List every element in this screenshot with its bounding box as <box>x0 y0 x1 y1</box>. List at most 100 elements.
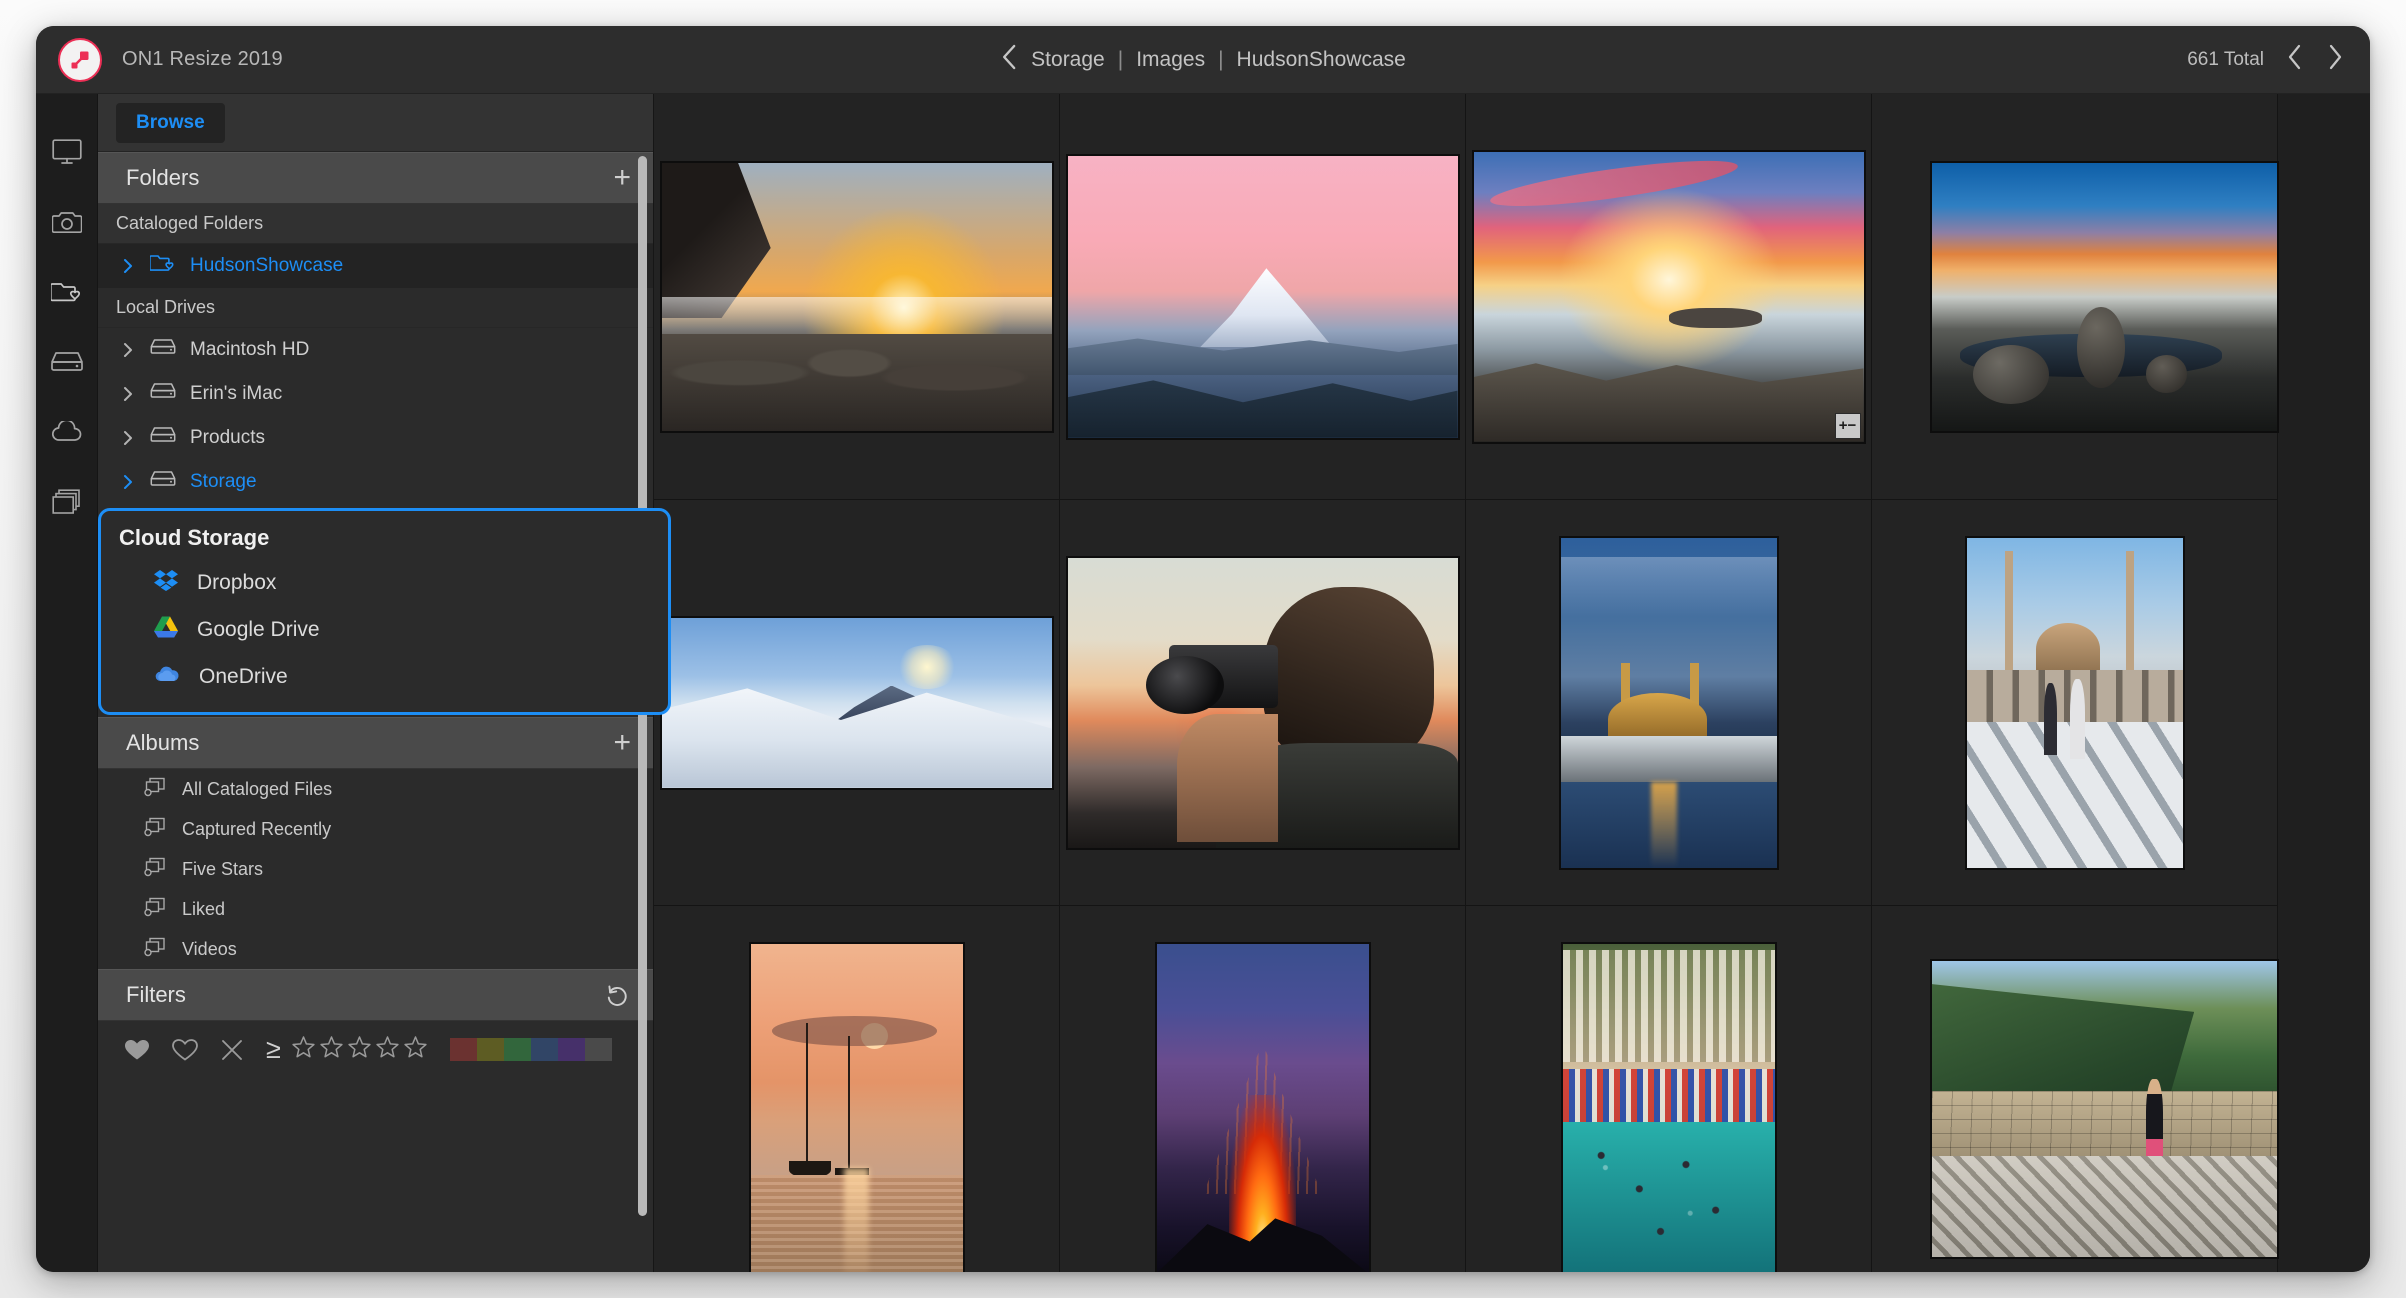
sidebar-item-videos[interactable]: Videos <box>98 929 653 969</box>
color-swatch-purple[interactable] <box>557 1038 585 1061</box>
thumbnail-cliff-walkway[interactable] <box>1872 906 2278 1272</box>
chevron-right-icon[interactable] <box>120 386 136 402</box>
sidebar-item-liked[interactable]: Liked <box>98 889 653 929</box>
sidebar-item-onedrive[interactable]: OneDrive <box>101 653 668 700</box>
cataloged-folders-header: Cataloged Folders <box>98 204 653 244</box>
reset-arrow-icon[interactable] <box>605 983 631 1007</box>
thumbnail-photographer-sunset[interactable] <box>1060 500 1466 906</box>
breadcrumb-back-icon[interactable] <box>1000 43 1018 77</box>
thumbnail-rocky-sunset-coast[interactable] <box>654 94 1060 500</box>
total-count-label: 661 Total <box>2187 48 2264 70</box>
color-swatch-green[interactable] <box>503 1038 531 1061</box>
google-drive-icon <box>153 615 179 645</box>
filters-title: Filters <box>126 982 186 1007</box>
module-rail <box>36 94 98 1272</box>
image-counter-area: 661 Total <box>2187 43 2370 77</box>
sidebar-item-label: Products <box>190 427 265 448</box>
cloud-icon[interactable] <box>47 412 87 452</box>
sidebar-item-label: OneDrive <box>199 664 288 688</box>
local-drives-header: Local Drives <box>98 288 653 328</box>
sidebar-item-macintosh-hd[interactable]: Macintosh HD <box>98 328 653 372</box>
breadcrumb-item-2[interactable]: HudsonShowcase <box>1237 48 1406 72</box>
sidebar-item-five-stars[interactable]: Five Stars <box>98 849 653 889</box>
previous-image-icon[interactable] <box>2286 43 2304 77</box>
sidebar-item-erins-imac[interactable]: Erin's iMac <box>98 372 653 416</box>
star-outline-icon[interactable] <box>403 1035 428 1064</box>
sidebar-item-storage[interactable]: Storage <box>98 460 653 504</box>
thumbnail-blue-hour-boulders[interactable] <box>1872 94 2278 500</box>
x-reject-icon[interactable] <box>220 1038 244 1062</box>
sidebar-item-hudsonshowcase[interactable]: HudsonShowcase <box>98 244 653 288</box>
rating-operator[interactable]: ≥ <box>266 1036 281 1063</box>
color-swatch-yellow[interactable] <box>476 1038 504 1061</box>
star-outline-icon[interactable] <box>347 1035 372 1064</box>
breadcrumb: Storage | Images | HudsonShowcase <box>1000 43 1406 77</box>
sidebar-item-label: All Cataloged Files <box>182 778 333 799</box>
sidebar-item-all-cataloged-files[interactable]: All Cataloged Files <box>98 769 653 809</box>
thumbnail-grid: +− <box>654 94 2370 1272</box>
thumbnail-image <box>661 617 1052 788</box>
star-outline-icon[interactable] <box>375 1035 400 1064</box>
sidebar-item-label: Google Drive <box>197 617 320 641</box>
next-image-icon[interactable] <box>2326 43 2344 77</box>
thumbnail-volcano-eruption[interactable] <box>1060 906 1466 1272</box>
sidebar-item-captured-recently[interactable]: Captured Recently <box>98 809 653 849</box>
thumbnail-image <box>1067 155 1458 438</box>
sidebar-item-dropbox[interactable]: Dropbox <box>101 559 668 606</box>
sidebar-item-google-drive[interactable]: Google Drive <box>101 606 668 653</box>
thumbnail-image <box>1156 943 1369 1272</box>
add-album-button[interactable]: + <box>613 728 631 758</box>
smart-album-icon <box>144 817 166 842</box>
smart-album-icon <box>144 897 166 922</box>
star-outline-icon[interactable] <box>291 1035 316 1064</box>
thumbnail-colorful-sunset-tide[interactable]: +− <box>1466 94 1872 500</box>
thumbnail-image <box>661 162 1052 431</box>
sidebar-item-label: Five Stars <box>182 858 264 879</box>
color-swatch-none[interactable] <box>584 1038 612 1061</box>
camera-icon[interactable] <box>47 202 87 242</box>
sidebar-item-label: Macintosh HD <box>190 339 310 360</box>
section-header-filters[interactable]: Filters <box>98 969 653 1021</box>
smart-album-icon <box>144 937 166 962</box>
folder-heart-icon[interactable] <box>47 272 87 312</box>
chevron-right-icon[interactable] <box>120 430 136 446</box>
thumbnail-sailboats-sunset[interactable] <box>654 906 1060 1272</box>
section-header-folders[interactable]: Folders + <box>98 152 653 204</box>
color-swatch-blue[interactable] <box>530 1038 558 1061</box>
chevron-right-icon[interactable] <box>120 474 136 490</box>
heart-outline-icon[interactable] <box>172 1038 198 1062</box>
thumbnail-image <box>1932 960 2277 1257</box>
section-header-albums[interactable]: Albums + <box>98 717 653 769</box>
title-bar: ON1 Resize 2019 Storage | Images | Hudso… <box>36 26 2370 94</box>
breadcrumb-item-1[interactable]: Images <box>1136 48 1205 72</box>
thumbnail-image: +− <box>1473 151 1864 442</box>
star-outline-icon[interactable] <box>319 1035 344 1064</box>
on1-resize-logo-icon <box>58 37 102 82</box>
cloud-storage-title: Cloud Storage <box>119 525 270 550</box>
thumbnail-image <box>1562 943 1775 1272</box>
star-rating-filter[interactable] <box>291 1035 428 1064</box>
thumbnail-snowy-ridge[interactable] <box>654 500 1060 906</box>
thumbnail-istanbul-blue-hour[interactable] <box>1466 500 1872 906</box>
sidebar-item-products[interactable]: Products <box>98 416 653 460</box>
thumbnail-mosque-courtyard[interactable] <box>1872 500 2278 906</box>
thumbnail-amalfi-beach[interactable] <box>1466 906 1872 1272</box>
sidebar-item-label: Captured Recently <box>182 818 332 839</box>
chevron-right-icon[interactable] <box>120 342 136 358</box>
chevron-right-icon[interactable] <box>120 258 136 274</box>
app-title: ON1 Resize 2019 <box>122 48 283 70</box>
drive-icon <box>150 338 176 362</box>
thumbnail-image <box>1560 537 1777 868</box>
dropbox-icon <box>153 567 179 599</box>
tab-browse[interactable]: Browse <box>116 102 225 143</box>
add-folder-button[interactable]: + <box>613 163 631 193</box>
layers-icon[interactable] <box>47 482 87 522</box>
color-swatch-red[interactable] <box>449 1038 477 1061</box>
drive-icon <box>150 426 176 450</box>
drive-icon[interactable] <box>47 342 87 382</box>
breadcrumb-item-0[interactable]: Storage <box>1031 48 1105 72</box>
breadcrumb-separator: | <box>1117 47 1124 71</box>
heart-filled-icon[interactable] <box>124 1038 150 1062</box>
monitor-icon[interactable] <box>47 132 87 172</box>
thumbnail-pink-sky-mountain[interactable] <box>1060 94 1466 500</box>
